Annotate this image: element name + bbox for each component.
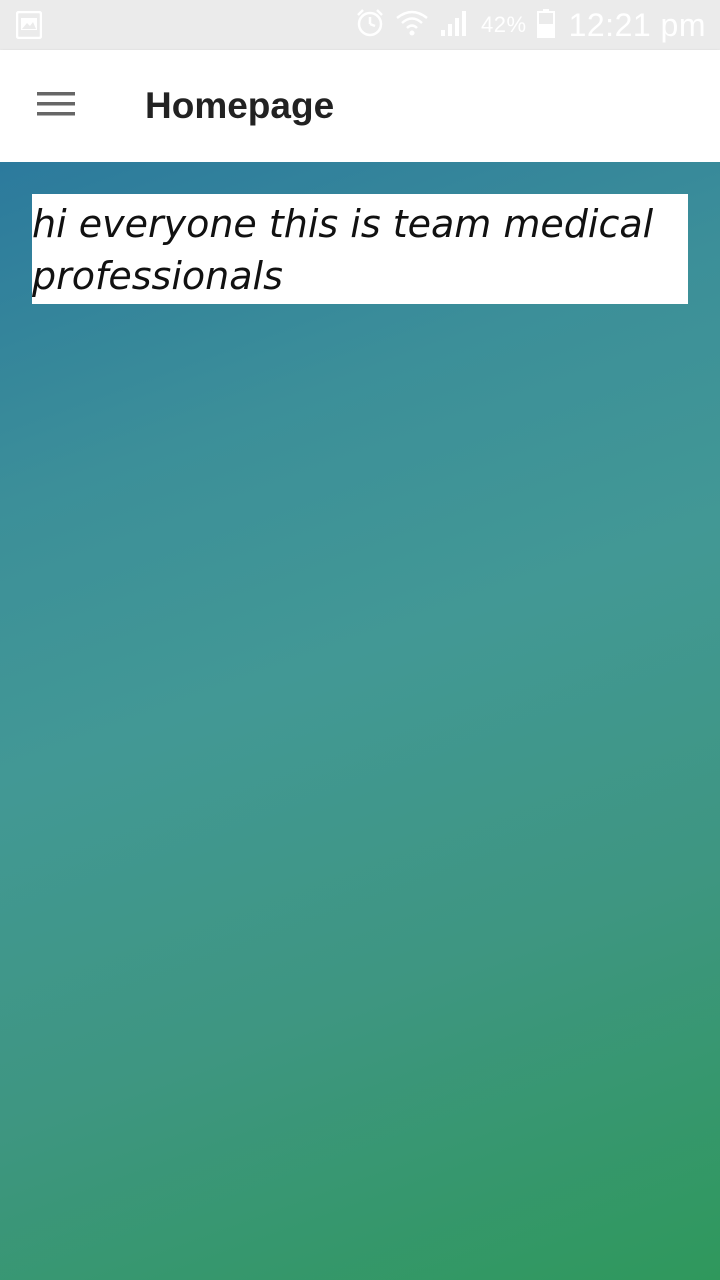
page-title: Homepage <box>145 85 335 126</box>
signal-icon <box>439 8 471 43</box>
menu-button[interactable] <box>24 76 88 136</box>
clock: 12:21 pm <box>568 6 706 43</box>
gallery-notification-icon <box>15 10 43 40</box>
status-icons: 42% 12:21 pm <box>355 0 706 50</box>
battery-percent: 42% <box>481 12 527 37</box>
welcome-message: hi everyone this is team medical profess… <box>32 202 654 298</box>
status-bar: 42% 12:21 pm <box>0 0 720 50</box>
hamburger-menu-icon <box>36 89 76 124</box>
alarm-icon <box>355 8 385 43</box>
message-card: hi everyone this is team medical profess… <box>32 194 688 304</box>
battery-icon <box>536 8 555 43</box>
app-bar: Homepage <box>0 50 720 162</box>
wifi-icon <box>395 8 429 43</box>
main-content: hi everyone this is team medical profess… <box>0 162 720 1280</box>
